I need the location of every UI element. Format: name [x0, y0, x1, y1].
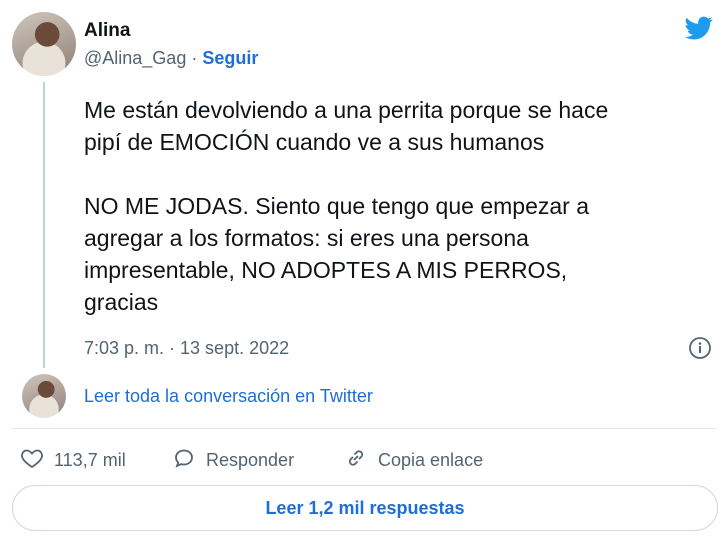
tweet-line: Me están devolviendo a una perrita porqu… — [84, 97, 609, 123]
follow-button[interactable]: Seguir — [202, 48, 258, 69]
author-avatar[interactable] — [12, 12, 76, 76]
small-avatar[interactable] — [22, 374, 66, 418]
tweet-line: gracias — [84, 289, 159, 315]
thread-line — [43, 82, 45, 368]
reply-action[interactable]: Responder — [172, 446, 294, 475]
heart-icon — [20, 446, 44, 475]
tweet-line: pipí de EMOCIÓN cuando ve a sus humanos — [84, 129, 545, 155]
copy-link-action[interactable]: Copia enlace — [344, 446, 483, 475]
tweet-timestamp[interactable]: 7:03 p. m. · 13 sept. 2022 — [84, 338, 289, 359]
tweet-line: NO ME JODAS. Siento que tengo que empeza… — [84, 193, 589, 219]
tweet-line: impresentable, NO ADOPTES A MIS PERROS, — [84, 257, 568, 283]
tweet-line: agregar a los formatos: si eres una pers… — [84, 225, 529, 251]
read-replies-button[interactable]: Leer 1,2 mil respuestas — [12, 485, 718, 531]
author-handle[interactable]: @Alina_Gag — [84, 48, 186, 69]
author-handle-row: @Alina_Gag · Seguir — [84, 48, 258, 69]
read-replies-label: Leer 1,2 mil respuestas — [265, 497, 465, 518]
twitter-bird-icon[interactable] — [683, 14, 715, 42]
reply-bubble-icon — [172, 446, 196, 475]
divider — [12, 428, 716, 429]
reply-label: Responder — [206, 450, 295, 470]
likes-count: 113,7 mil — [54, 450, 126, 470]
copy-link-label: Copia enlace — [378, 450, 484, 470]
separator-dot: · — [191, 48, 198, 68]
like-action[interactable]: 113,7 mil — [20, 446, 126, 475]
info-icon[interactable] — [688, 336, 712, 360]
read-conversation-link[interactable]: Leer toda la conversación en Twitter — [84, 386, 373, 407]
tweet-body: Me están devolviendo a una perrita porqu… — [84, 94, 714, 318]
author-name[interactable]: Alina — [84, 20, 130, 42]
link-icon — [344, 446, 368, 475]
